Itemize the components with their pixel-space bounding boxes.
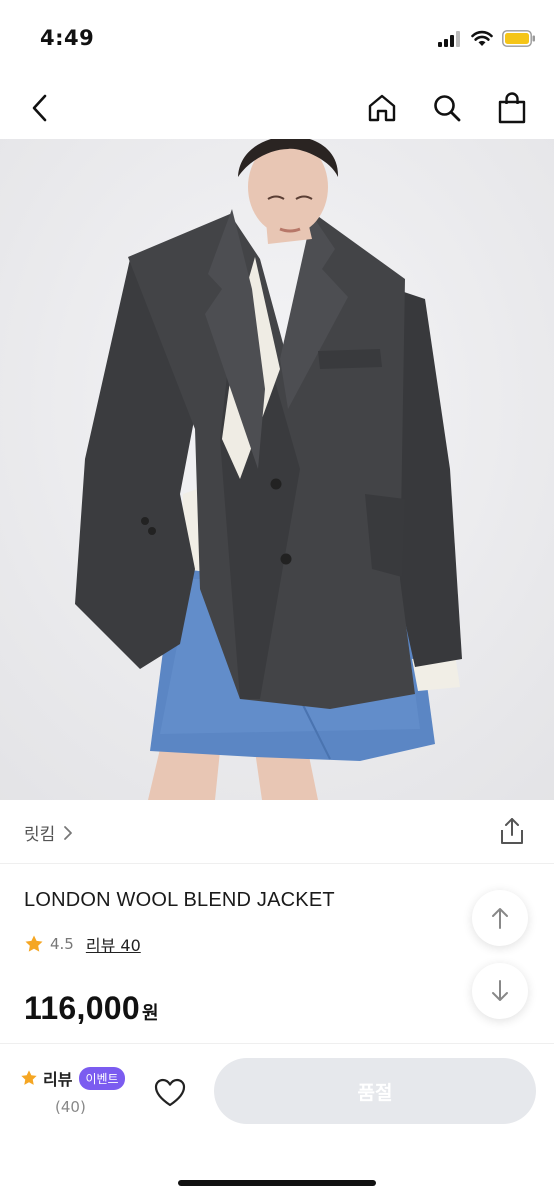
back-button[interactable]: [18, 86, 62, 130]
product-photo: [0, 139, 554, 800]
chevron-right-icon: [64, 825, 73, 840]
signal-icon: [438, 30, 460, 47]
scroll-bottom-button[interactable]: [472, 963, 528, 1019]
event-badge: 이벤트: [79, 1066, 125, 1090]
brand-link[interactable]: 릿킴: [24, 820, 73, 845]
brand-name: 릿킴: [24, 825, 56, 845]
arrow-down-icon: [492, 980, 508, 1001]
share-button[interactable]: [498, 816, 528, 848]
wishlist-button[interactable]: [151, 1074, 189, 1112]
scroll-top-button[interactable]: [472, 890, 528, 946]
battery-icon: [502, 30, 535, 47]
currency: 원: [142, 1003, 159, 1024]
chevron-left-icon: [32, 94, 47, 122]
price: 116,000: [24, 990, 141, 1026]
home-indicator[interactable]: [178, 1180, 376, 1186]
brand-row: 릿킴: [0, 800, 554, 864]
bottom-action-bar: 리뷰 이벤트 (40) 품절: [0, 1043, 554, 1200]
wifi-icon: [471, 30, 493, 46]
home-icon: [368, 94, 396, 122]
review-button[interactable]: 리뷰 이벤트 (40): [20, 1066, 130, 1122]
search-button[interactable]: [425, 86, 469, 130]
star-icon: [21, 1070, 37, 1085]
review-link[interactable]: 리뷰 40: [86, 932, 141, 956]
nav-bar: [0, 78, 554, 138]
heart-icon: [154, 1078, 186, 1107]
share-icon: [501, 818, 523, 844]
product-title: LONDON WOOL BLEND JACKET: [24, 889, 335, 911]
price-row: 116,000 원: [24, 990, 159, 1027]
cart-button[interactable]: [490, 86, 534, 130]
review-count: (40): [55, 1098, 86, 1116]
product-image[interactable]: [0, 139, 554, 800]
soldout-button: 품절: [214, 1058, 536, 1124]
home-button[interactable]: [360, 86, 404, 130]
star-icon: [25, 935, 43, 952]
status-icons: [438, 30, 536, 47]
rating-row: 4.5 리뷰 40: [24, 932, 141, 956]
arrow-up-icon: [492, 908, 508, 929]
shopping-bag-icon: [498, 92, 526, 124]
status-bar: 4:49: [0, 0, 554, 80]
status-time: 4:49: [40, 26, 95, 50]
rating-value: 4.5: [50, 935, 74, 953]
search-icon: [434, 95, 461, 122]
review-label: 리뷰: [43, 1070, 73, 1089]
